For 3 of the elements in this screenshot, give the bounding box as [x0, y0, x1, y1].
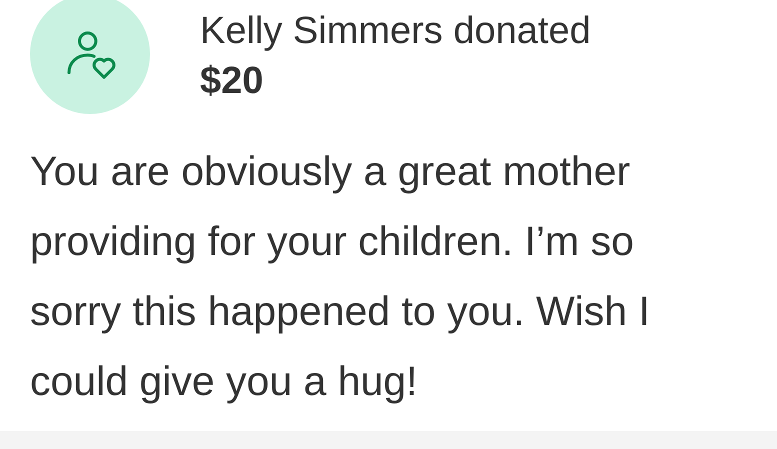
donation-amount: $20 — [200, 59, 264, 104]
donor-name: Kelly Simmers donated — [200, 9, 591, 54]
donation-message: You are obviously a great mother providing for your children. I’m so sorry this happened to you. Wish I could give you a hug! — [29, 147, 651, 406]
